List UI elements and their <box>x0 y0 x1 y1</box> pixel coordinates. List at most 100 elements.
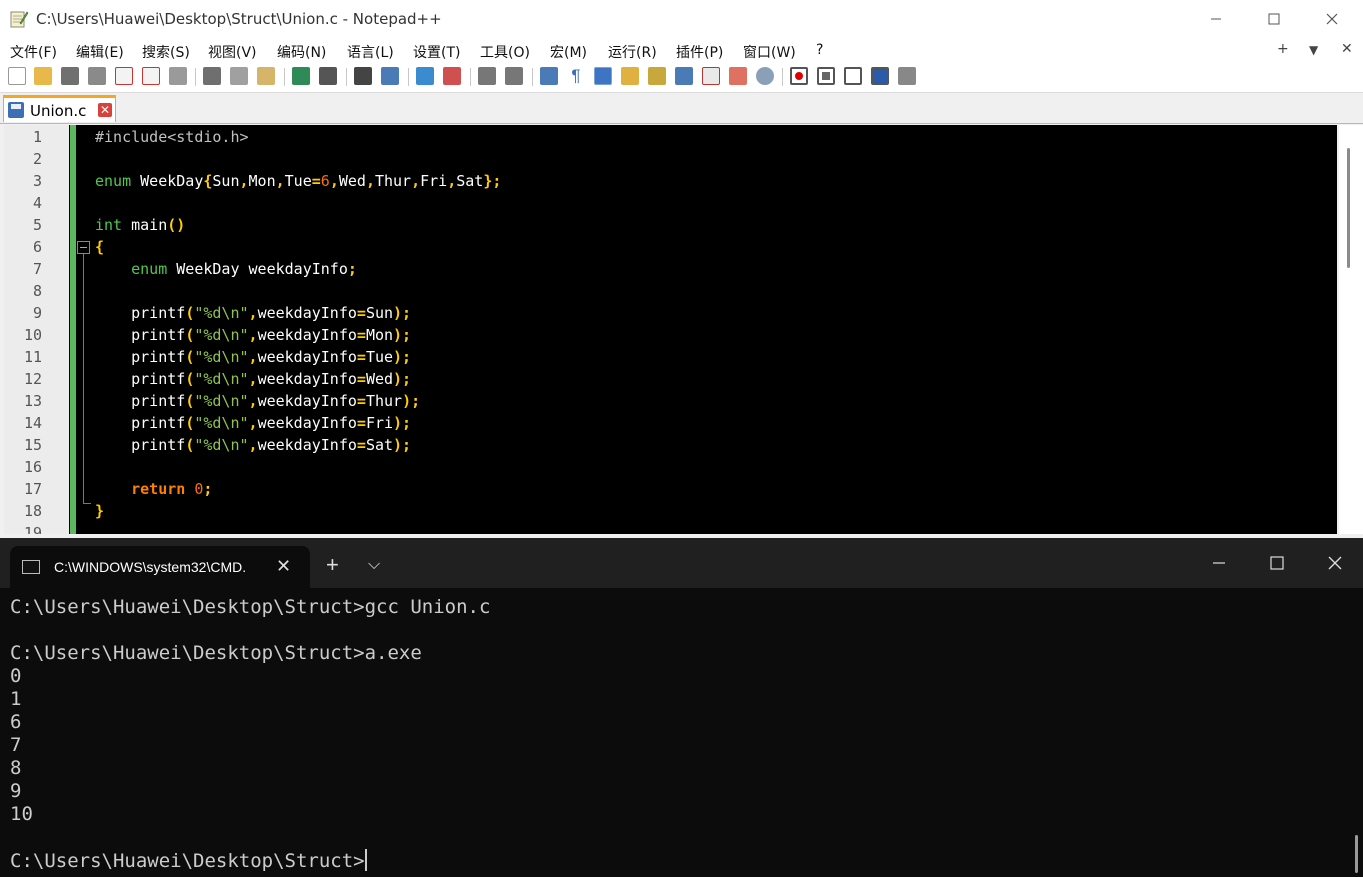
close-all-icon[interactable] <box>142 67 160 85</box>
maximize-icon <box>1268 13 1280 25</box>
menu-file[interactable]: 文件(F) <box>10 42 57 62</box>
code-line-1: #include<stdio.h> <box>95 128 249 146</box>
play-macro-icon[interactable] <box>844 67 862 85</box>
minimize-button[interactable] <box>1187 0 1245 38</box>
code-token: #include<stdio.h> <box>95 128 249 146</box>
editor-vertical-scrollbar[interactable] <box>1339 125 1363 534</box>
save-macro-icon[interactable] <box>898 67 916 85</box>
menu-plugins[interactable]: 插件(P) <box>676 42 723 62</box>
code-token: weekdayInfo <box>257 326 357 344</box>
code-token: Sun <box>212 172 240 190</box>
terminal-prompt: C:\Users\Huawei\Desktop\Struct> <box>10 850 365 872</box>
tab-union-c[interactable]: Union.c ✕ <box>3 95 116 122</box>
code-token: Thur <box>374 172 412 190</box>
code-line-10: printf("%d\n",weekdayInfo=Mon); <box>131 326 412 344</box>
function-list-icon[interactable] <box>702 67 720 85</box>
menu-window[interactable]: 窗口(W) <box>743 42 796 62</box>
menu-settings[interactable]: 设置(T) <box>413 42 460 62</box>
replace-icon[interactable] <box>381 67 399 85</box>
code-string: "%d\n" <box>194 304 249 322</box>
cut-icon[interactable] <box>203 67 221 85</box>
folder-workspace-icon[interactable] <box>729 67 747 85</box>
terminal-tab-bar: C:\WINDOWS\system32\CMD. ✕ + ⌵ <box>0 538 1363 588</box>
list-tabs-button[interactable]: ▼ <box>1309 43 1318 57</box>
code-token: weekdayInfo <box>257 414 357 432</box>
code-line-11: printf("%d\n",weekdayInfo=Tue); <box>131 348 412 366</box>
line-number: 11 <box>23 348 42 366</box>
menu-view[interactable]: 视图(V) <box>208 42 257 62</box>
tab-label: Union.c <box>30 102 87 120</box>
maximize-button[interactable] <box>1245 0 1303 38</box>
stop-macro-icon[interactable] <box>817 67 835 85</box>
menu-language[interactable]: 语言(L) <box>347 42 394 62</box>
zoom-in-icon[interactable] <box>416 67 434 85</box>
toolbar-separator <box>408 68 409 86</box>
monitoring-icon[interactable] <box>756 67 774 85</box>
copy-icon[interactable] <box>230 67 248 85</box>
document-list-icon[interactable] <box>675 67 693 85</box>
save-all-icon[interactable] <box>88 67 106 85</box>
terminal-minimize-button[interactable] <box>1190 548 1248 578</box>
doc-map-icon[interactable] <box>648 67 666 85</box>
record-macro-icon[interactable] <box>790 67 808 85</box>
menu-run[interactable]: 运行(R) <box>608 42 657 62</box>
save-icon[interactable] <box>61 67 79 85</box>
find-icon[interactable] <box>354 67 372 85</box>
terminal-prompt-line[interactable]: C:\Users\Huawei\Desktop\Struct> <box>10 849 367 872</box>
menu-edit[interactable]: 编辑(E) <box>76 42 124 62</box>
code-token: Wed <box>365 370 394 388</box>
line-number: 15 <box>23 436 42 454</box>
user-language-icon[interactable] <box>621 67 639 85</box>
close-document-button[interactable]: ✕ <box>1341 41 1353 57</box>
window-title: C:\Users\Huawei\Desktop\Struct\Union.c -… <box>36 10 442 28</box>
code-line-13: printf("%d\n",weekdayInfo=Thur); <box>131 392 421 410</box>
new-tab-button[interactable]: + <box>326 554 339 576</box>
code-token: weekdayInfo <box>257 370 357 388</box>
code-token: weekdayInfo <box>257 436 357 454</box>
terminal-close-button[interactable] <box>1306 548 1363 578</box>
line-number: 16 <box>23 458 42 476</box>
tab-close-icon[interactable]: ✕ <box>98 103 112 117</box>
print-icon[interactable] <box>169 67 187 85</box>
terminal-tab-cmd[interactable]: C:\WINDOWS\system32\CMD. ✕ <box>10 546 310 588</box>
code-line-5: int main() <box>95 216 186 234</box>
terminal-maximize-button[interactable] <box>1248 548 1306 578</box>
terminal-scrollbar-thumb[interactable] <box>1355 835 1358 873</box>
saved-file-icon <box>8 102 24 118</box>
terminal-tab-close-icon[interactable]: ✕ <box>276 556 291 577</box>
undo-icon[interactable] <box>292 67 310 85</box>
run-macro-multiple-icon[interactable] <box>871 67 889 85</box>
menu-tools[interactable]: 工具(O) <box>480 42 530 62</box>
redo-icon[interactable] <box>319 67 337 85</box>
add-new-button[interactable]: + <box>1277 41 1289 57</box>
show-all-chars-icon[interactable]: ¶ <box>567 67 585 85</box>
scrollbar-thumb[interactable] <box>1347 148 1350 268</box>
sync-vertical-icon[interactable] <box>478 67 496 85</box>
close-button[interactable] <box>1303 0 1361 38</box>
menu-search[interactable]: 搜索(S) <box>142 42 190 62</box>
maximize-icon <box>1270 556 1284 570</box>
text-cursor <box>364 849 367 871</box>
tab-dropdown-chevron-icon[interactable]: ⌵ <box>368 556 380 574</box>
menu-help[interactable]: ? <box>816 42 823 58</box>
minimize-icon <box>1211 18 1221 20</box>
code-string: "%d\n" <box>194 414 249 432</box>
zoom-out-icon[interactable] <box>443 67 461 85</box>
open-file-icon[interactable] <box>34 67 52 85</box>
code-line-3: enum WeekDay{Sun,Mon,Tue=6,Wed,Thur,Fri,… <box>95 172 502 190</box>
menu-macro[interactable]: 宏(M) <box>550 42 587 62</box>
code-editor[interactable]: 1 2 3 4 5 6 7 8 9 10 11 12 13 14 15 16 1… <box>4 125 1337 534</box>
indent-guide-icon[interactable] <box>594 67 612 85</box>
line-number: 2 <box>32 150 42 168</box>
close-file-icon[interactable] <box>115 67 133 85</box>
paste-icon[interactable] <box>257 67 275 85</box>
code-keyword: return <box>131 480 186 498</box>
sync-horizontal-icon[interactable] <box>505 67 523 85</box>
notepadpp-app-icon <box>10 11 29 28</box>
menu-encoding[interactable]: 编码(N) <box>277 42 326 62</box>
word-wrap-icon[interactable] <box>540 67 558 85</box>
fold-collapse-icon[interactable] <box>77 241 90 254</box>
code-line-17: return 0; <box>131 480 213 498</box>
line-number-gutter: 1 2 3 4 5 6 7 8 9 10 11 12 13 14 15 16 1… <box>4 125 69 534</box>
new-file-icon[interactable] <box>8 67 26 85</box>
